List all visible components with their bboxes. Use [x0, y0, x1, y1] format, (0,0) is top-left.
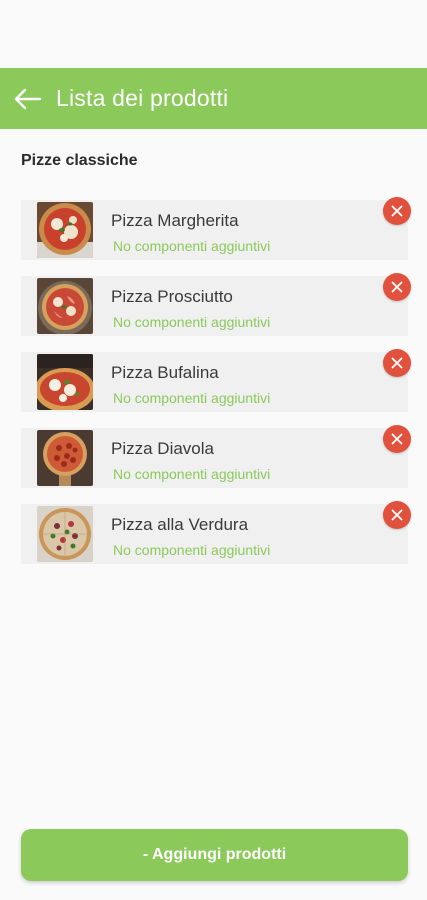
item-subtitle: No componenti aggiuntivi	[113, 389, 271, 406]
product-image-bufalina	[37, 354, 93, 410]
remove-item-button[interactable]	[383, 273, 411, 301]
arrow-left-icon	[14, 88, 42, 109]
item-text: Pizza alla Verdura No componenti aggiunt…	[111, 511, 270, 558]
list-item[interactable]: Pizza Bufalina No componenti aggiuntivi	[21, 349, 411, 412]
item-subtitle: No componenti aggiuntivi	[113, 237, 271, 254]
section-title: Pizze classiche	[21, 152, 138, 169]
product-image-verdura	[37, 506, 93, 562]
item-name: Pizza Bufalina	[111, 362, 219, 382]
item-text: Pizza Diavola No componenti aggiuntivi	[111, 435, 270, 482]
close-icon	[391, 509, 403, 521]
add-products-button[interactable]: - Aggiungi prodotti	[21, 829, 408, 881]
close-icon	[391, 357, 403, 369]
item-subtitle: No componenti aggiuntivi	[113, 465, 271, 482]
item-subtitle: No componenti aggiuntivi	[113, 541, 271, 558]
remove-item-button[interactable]	[383, 197, 411, 225]
item-text: Pizza Margherita No componenti aggiuntiv…	[111, 207, 270, 254]
product-image-margherita	[37, 202, 93, 258]
remove-item-button[interactable]	[383, 349, 411, 377]
product-list: Pizza Margherita No componenti aggiuntiv…	[21, 197, 411, 580]
item-text: Pizza Bufalina No componenti aggiuntivi	[111, 359, 270, 406]
list-item[interactable]: Pizza Diavola No componenti aggiuntivi	[21, 425, 411, 488]
remove-item-button[interactable]	[383, 501, 411, 529]
status-area	[0, 0, 427, 68]
close-icon	[391, 433, 403, 445]
app-bar: Lista dei prodotti	[0, 68, 427, 129]
item-name: Pizza Margherita	[111, 210, 239, 230]
product-image-diavola	[37, 430, 93, 486]
page-title: Lista dei prodotti	[56, 85, 229, 111]
list-item[interactable]: Pizza Margherita No componenti aggiuntiv…	[21, 197, 411, 260]
remove-item-button[interactable]	[383, 425, 411, 453]
item-name: Pizza Prosciutto	[111, 286, 233, 306]
item-text: Pizza Prosciutto No componenti aggiuntiv…	[111, 283, 270, 330]
screen: Lista dei prodotti Pizze classiche Pizza…	[0, 0, 427, 900]
list-item[interactable]: Pizza alla Verdura No componenti aggiunt…	[21, 501, 411, 564]
close-icon	[391, 281, 403, 293]
item-name: Pizza alla Verdura	[111, 514, 249, 534]
item-name: Pizza Diavola	[111, 438, 214, 458]
close-icon	[391, 205, 403, 217]
product-image-prosciutto	[37, 278, 93, 334]
item-subtitle: No componenti aggiuntivi	[113, 313, 271, 330]
list-item[interactable]: Pizza Prosciutto No componenti aggiuntiv…	[21, 273, 411, 336]
back-button[interactable]	[0, 68, 56, 129]
